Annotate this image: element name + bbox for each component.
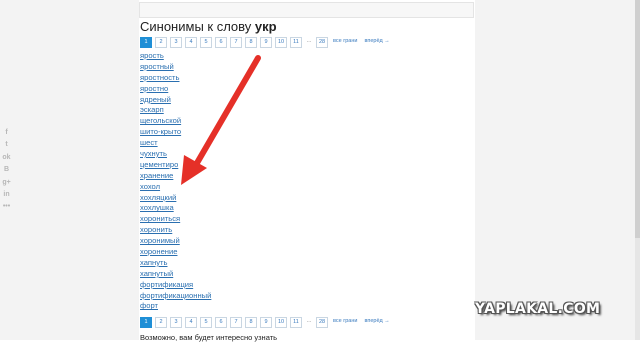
synonym-link[interactable]: фортификация — [140, 280, 193, 289]
vk-icon[interactable]: B — [2, 165, 11, 174]
page-link-1[interactable]: 1 — [140, 317, 152, 328]
social-share-bar: f t ok Bg+ in ••• — [2, 128, 12, 215]
left-background — [0, 0, 139, 340]
page-link-7[interactable]: 7 — [230, 317, 242, 328]
list-item: яростный — [140, 62, 211, 73]
synonym-link[interactable]: хапнуть — [140, 258, 167, 267]
list-item: фортификационный — [140, 291, 211, 302]
page-link-5[interactable]: 5 — [200, 37, 212, 48]
list-item: цементиро — [140, 160, 211, 171]
page-link-4[interactable]: 4 — [185, 317, 197, 328]
list-item: чухнуть — [140, 149, 211, 160]
linkedin-icon[interactable]: in — [2, 190, 11, 199]
more-icon[interactable]: ••• — [2, 202, 11, 211]
list-item: хоронимый — [140, 236, 211, 247]
list-item: хранение — [140, 171, 211, 182]
odnoklassniki-icon[interactable]: ok — [2, 153, 11, 162]
page-link-9[interactable]: 9 — [260, 317, 272, 328]
page-link-4[interactable]: 4 — [185, 37, 197, 48]
list-item: хорониться — [140, 214, 211, 225]
list-item: эскарп — [140, 105, 211, 116]
facebook-icon[interactable]: f — [2, 128, 11, 137]
scrollbar[interactable] — [635, 0, 640, 340]
scroll-thumb[interactable] — [635, 0, 640, 238]
page-link-1[interactable]: 1 — [140, 37, 152, 48]
list-item: хохол — [140, 182, 211, 193]
synonym-link[interactable]: щегольской — [140, 116, 181, 125]
pagination-all-link[interactable]: все грани — [331, 37, 359, 48]
synonym-link[interactable]: хоронимый — [140, 236, 180, 245]
pagination-next-link[interactable]: вперёд → — [362, 37, 391, 48]
list-item: щегольской — [140, 116, 211, 127]
list-item: хапнутый — [140, 269, 211, 280]
pagination-top: 1 2 3 4 5 6 7 8 9 10 11... 28 все грани вперёд → — [140, 37, 392, 48]
page-link-3[interactable]: 3 — [170, 37, 182, 48]
page-link-7[interactable]: 7 — [230, 37, 242, 48]
synonym-link[interactable]: хранение — [140, 171, 173, 180]
synonym-link[interactable]: хоронение — [140, 247, 177, 256]
page-link-2[interactable]: 2 — [155, 317, 167, 328]
synonym-list: ярость яростный яростность яростно ядреный эс… — [140, 51, 211, 312]
page-link-11[interactable]: 11 — [290, 37, 302, 48]
list-item: хапнуть — [140, 258, 211, 269]
list-item: яростность — [140, 73, 211, 84]
pagination-bottom: 1 2 3 4 5 6 7 8 9 10 11... 28 все грани вперёд → — [140, 317, 392, 328]
list-item: хохлушка — [140, 203, 211, 214]
list-item: яростно — [140, 84, 211, 95]
right-background — [475, 0, 640, 340]
google-plus-icon[interactable]: g+ — [2, 178, 11, 187]
synonym-link[interactable]: хоронить — [140, 225, 172, 234]
page-link-10[interactable]: 10 — [275, 37, 287, 48]
page-link-2[interactable]: 2 — [155, 37, 167, 48]
synonym-link[interactable]: яростность — [140, 73, 179, 82]
page-link-6[interactable]: 6 — [215, 37, 227, 48]
synonym-link[interactable]: фортификационный — [140, 291, 211, 300]
synonym-link[interactable]: хапнутый — [140, 269, 173, 278]
synonym-link[interactable]: ярость — [140, 51, 164, 60]
title-prefix: Синонимы к слову — [140, 19, 252, 34]
pagination-all-link[interactable]: все грани — [331, 317, 359, 328]
synonym-link[interactable]: цементиро — [140, 160, 178, 169]
page-link-11[interactable]: 11 — [290, 317, 302, 328]
list-item: фортификация — [140, 280, 211, 291]
title-word: укр — [254, 19, 277, 34]
synonym-link[interactable]: хохлушка — [140, 203, 174, 212]
synonym-link[interactable]: форт — [140, 301, 158, 310]
page-link-10[interactable]: 10 — [275, 317, 287, 328]
list-item: форт — [140, 301, 211, 312]
page-link-28[interactable]: 28 — [316, 37, 328, 48]
page-link-8[interactable]: 8 — [245, 317, 257, 328]
page-link-9[interactable]: 9 — [260, 37, 272, 48]
pagination-next-link[interactable]: вперёд → — [362, 317, 391, 328]
list-item: ядреный — [140, 95, 211, 106]
pagination-ellipsis: ... — [306, 318, 312, 324]
synonym-link[interactable]: шест — [140, 138, 158, 147]
pagination-ellipsis: ... — [306, 38, 312, 44]
list-item: хоронить — [140, 225, 211, 236]
synonym-link[interactable]: хорониться — [140, 214, 180, 223]
synonym-link[interactable]: эскарп — [140, 105, 164, 114]
related-heading: Возможно, вам будет интересно узнать — [140, 333, 278, 342]
page-link-8[interactable]: 8 — [245, 37, 257, 48]
page-link-28[interactable]: 28 — [316, 317, 328, 328]
list-item: шест — [140, 138, 211, 149]
page-title: Синонимы к слову укр — [140, 19, 277, 34]
synonym-link[interactable]: яростный — [140, 62, 174, 71]
twitter-icon[interactable]: t — [2, 140, 11, 149]
synonym-link[interactable]: хохол — [140, 182, 160, 191]
synonym-link[interactable]: яростно — [140, 84, 168, 93]
list-item: ярость — [140, 51, 211, 62]
list-item: хохляцкий — [140, 193, 211, 204]
synonym-link[interactable]: хохляцкий — [140, 193, 176, 202]
synonym-link[interactable]: чухнуть — [140, 149, 167, 158]
page-link-5[interactable]: 5 — [200, 317, 212, 328]
page-link-3[interactable]: 3 — [170, 317, 182, 328]
list-item: шито-крыто — [140, 127, 211, 138]
list-item: хоронение — [140, 247, 211, 258]
page-link-6[interactable]: 6 — [215, 317, 227, 328]
synonym-link[interactable]: шито-крыто — [140, 127, 181, 136]
synonym-link[interactable]: ядреный — [140, 95, 171, 104]
watermark: YAPLAKAL.COM — [475, 301, 601, 317]
search-box[interactable] — [139, 2, 474, 18]
